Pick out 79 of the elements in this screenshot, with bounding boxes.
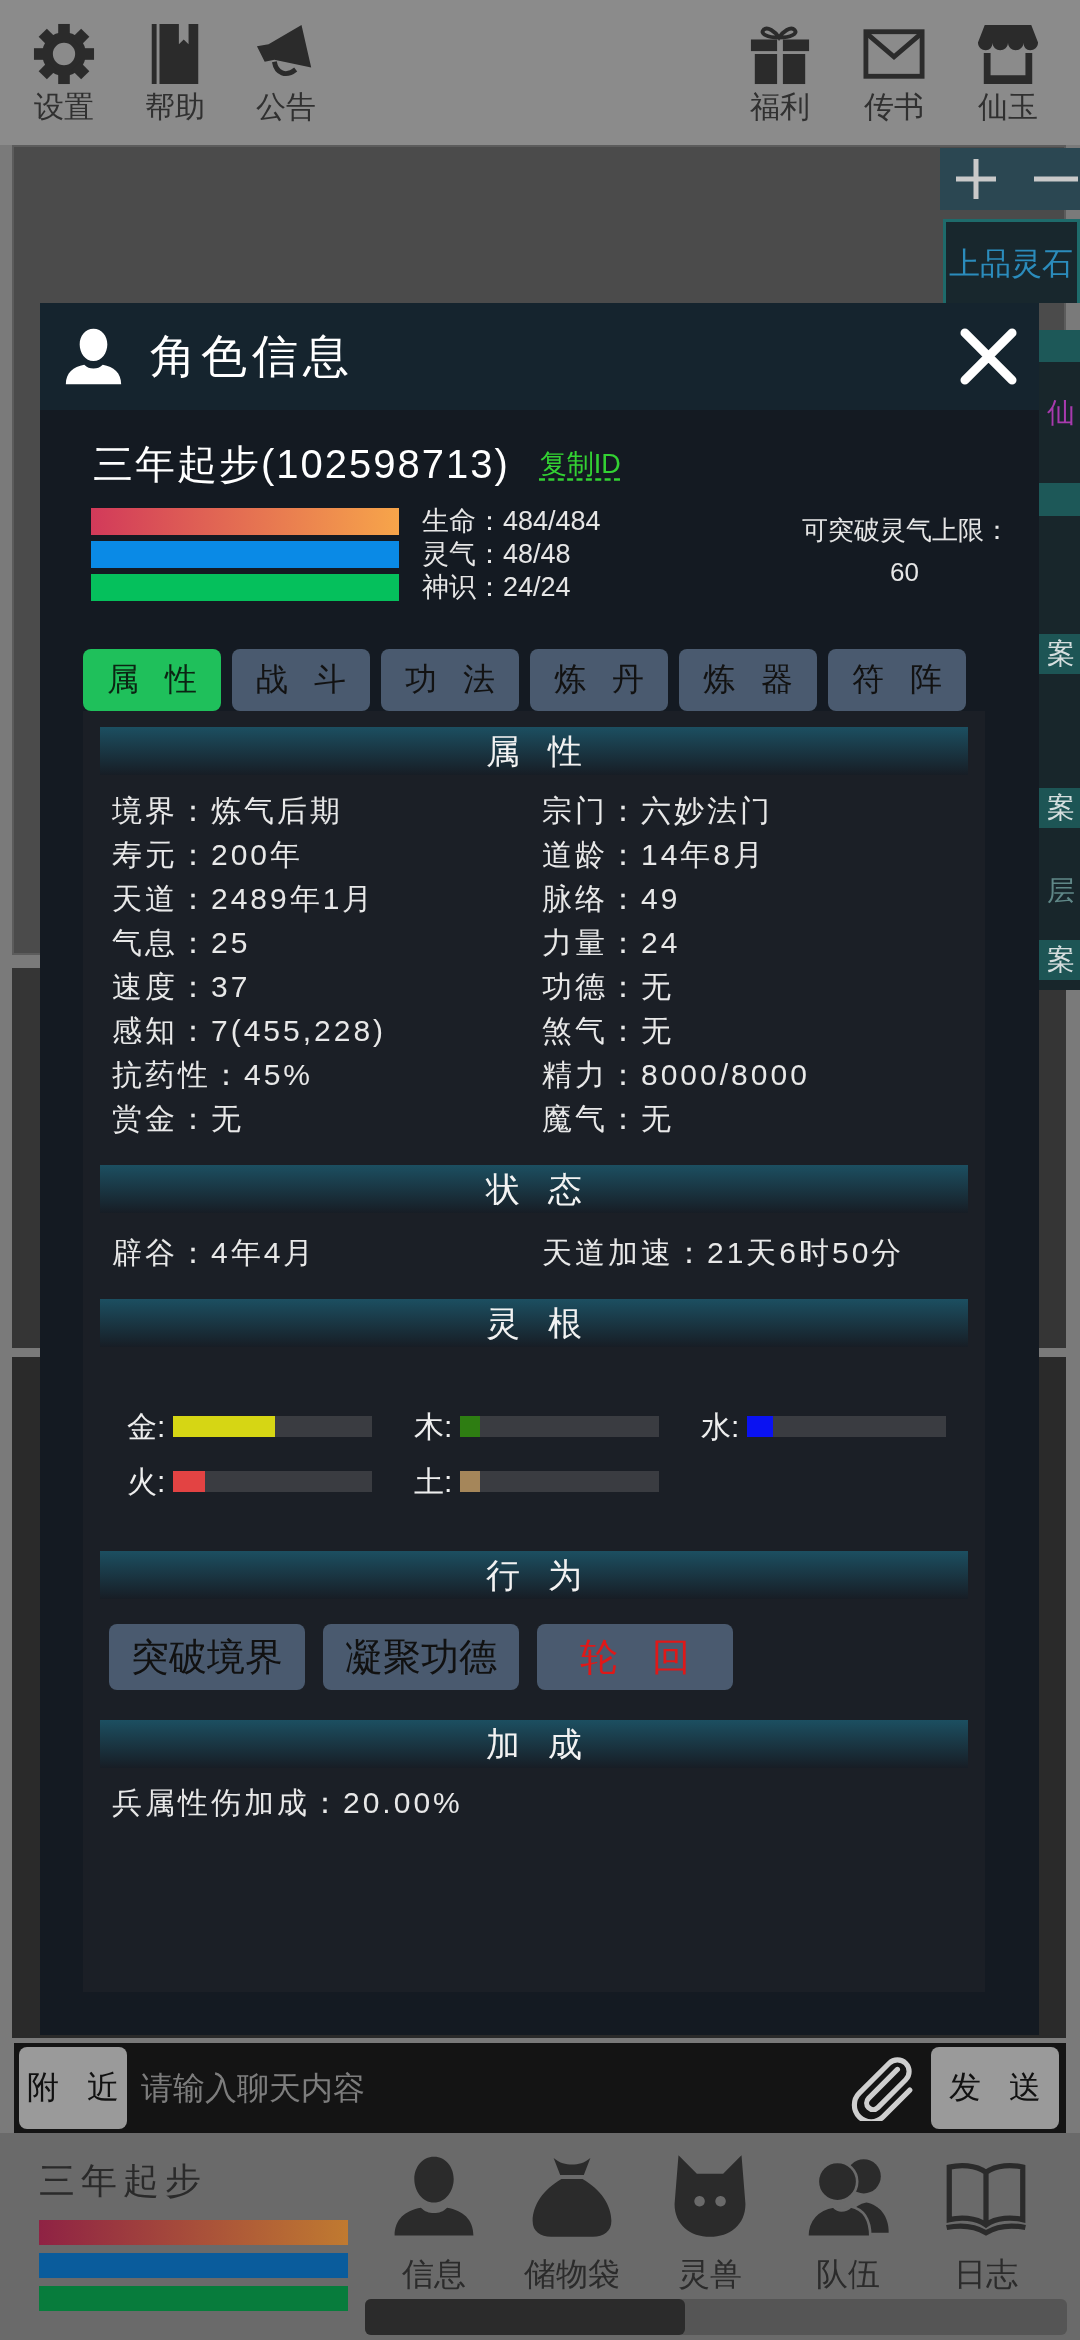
section-header: 行为 [100, 1551, 968, 1599]
tag-label[interactable]: 案 [1039, 634, 1080, 674]
person-icon [63, 327, 124, 386]
section-header: 加成 [100, 1720, 968, 1768]
send-button[interactable]: 发送 [931, 2047, 1059, 2129]
attribute-text: 兵属性伤加成：20.00% [112, 1785, 463, 1821]
attribute-text: 寿元：200年 [112, 837, 304, 873]
minus-icon [1034, 176, 1078, 182]
team-button[interactable]: 队伍 [779, 2154, 917, 2294]
tab[interactable]: 功法 [381, 649, 519, 711]
copy-id-link[interactable]: 复制ID [539, 447, 621, 481]
bag-button[interactable]: 储物袋 [503, 2154, 641, 2294]
gear-icon [33, 23, 95, 85]
close-icon [959, 327, 1018, 386]
scrollbar-thumb[interactable] [365, 2299, 685, 2335]
attribute-text: 魔气：无 [542, 1101, 674, 1137]
attribute-text: 煞气：无 [542, 1013, 674, 1049]
tab[interactable]: 炼丹 [530, 649, 668, 711]
action-button[interactable]: 凝聚功德 [323, 1624, 519, 1690]
tag-label[interactable]: 案 [1039, 940, 1080, 980]
attribute-text: 感知：7(455,228) [112, 1013, 387, 1049]
pet-button[interactable]: 灵兽 [641, 2154, 779, 2294]
attribute-text: 功德：无 [542, 969, 674, 1005]
attribute-text: 道龄：14年8月 [542, 837, 767, 873]
row-highlight [1039, 330, 1080, 362]
section-header: 状态 [100, 1165, 968, 1213]
section-header: 属性 [100, 727, 968, 775]
attribute-text: 宗门：六妙法门 [542, 793, 773, 829]
player-name: 三年起步 [39, 2159, 207, 2203]
attribute-text: 抗药性：45% [112, 1057, 314, 1093]
dialog-title: 角色信息 [150, 328, 354, 384]
close-button[interactable] [959, 327, 1018, 386]
attribute-text: 天道加速：21天6时50分 [542, 1235, 905, 1271]
root-label: 金: [127, 1408, 166, 1445]
attribute-text: 天道：2489年1月 [112, 881, 376, 917]
tab[interactable]: 炼器 [679, 649, 817, 711]
gift-button[interactable]: 福利 [730, 23, 830, 123]
stat-label: 生命：484/484 [422, 505, 601, 538]
stat-label: 灵气：48/48 [422, 538, 571, 571]
attribute-text: 速度：37 [112, 969, 251, 1005]
settings-button[interactable]: 设置 [14, 23, 114, 123]
attribute-text: 精力：8000/8000 [542, 1057, 810, 1093]
attribute-text: 境界：炼气后期 [112, 793, 343, 829]
help-button[interactable]: 帮助 [125, 23, 225, 123]
root-label: 水: [701, 1408, 740, 1445]
mail-button[interactable]: 传书 [844, 23, 944, 123]
breakthrough-value: 60 [889, 556, 920, 589]
attribute-text: 脉络：49 [542, 881, 681, 917]
section-header: 灵根 [100, 1299, 968, 1347]
attribute-text: 辟谷：4年4月 [112, 1235, 317, 1271]
root-label: 木: [414, 1408, 453, 1445]
attribute-text: 气息：25 [112, 925, 251, 961]
action-button[interactable]: 突破境界 [109, 1624, 305, 1690]
tab[interactable]: 战斗 [232, 649, 370, 711]
tab[interactable]: 符阵 [828, 649, 966, 711]
channel-button[interactable]: 附近 [19, 2047, 127, 2129]
plus-icon [954, 157, 998, 201]
tag-label[interactable]: 案 [1039, 788, 1080, 828]
chat-bar[interactable]: 附近 请输入聊天内容 发送 [14, 2043, 1066, 2133]
info-button[interactable]: 信息 [365, 2154, 503, 2294]
character-name: 三年起步(102598713) [93, 443, 510, 485]
item-card[interactable]: 上品灵石 [943, 219, 1080, 303]
shop-icon [977, 23, 1039, 85]
log-button[interactable]: 日志 [917, 2154, 1055, 2294]
list-text: 层 [1046, 874, 1076, 908]
attribute-text: 力量：24 [542, 925, 681, 961]
root-label: 火: [127, 1463, 166, 1500]
chat-input[interactable]: 请输入聊天内容 [141, 2058, 845, 2118]
stat-label: 神识：24/24 [422, 571, 571, 604]
list-text: 仙 [1046, 396, 1076, 430]
scrollbar-track[interactable] [365, 2299, 1067, 2335]
tab[interactable]: 属性 [83, 649, 221, 711]
root-label: 土: [414, 1463, 453, 1500]
person-icon [392, 2154, 476, 2238]
shop-button[interactable]: 仙玉 [958, 23, 1058, 123]
announcement-button[interactable]: 公告 [236, 23, 336, 123]
attribute-text: 赏金：无 [112, 1101, 244, 1137]
row-highlight [1039, 483, 1080, 516]
breakthrough-label: 可突破灵气上限： [802, 514, 1007, 547]
